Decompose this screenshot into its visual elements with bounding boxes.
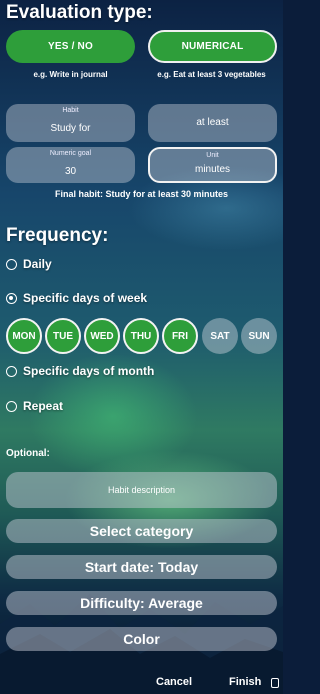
condition-select[interactable]: at least <box>148 104 277 142</box>
cancel-button[interactable]: Cancel <box>156 676 192 688</box>
numeric-goal-label: Numeric goal <box>49 150 92 157</box>
frequency-option-label: Specific days of week <box>23 291 148 305</box>
frequency-option-repeat[interactable]: Repeat <box>6 399 63 413</box>
numerical-button[interactable]: NUMERICAL <box>148 30 277 63</box>
day-wed[interactable]: WED <box>84 318 120 354</box>
radio-icon <box>6 258 17 270</box>
difficulty-button[interactable]: Difficulty: Average <box>6 591 277 615</box>
day-thu[interactable]: THU <box>123 318 159 354</box>
day-fri[interactable]: FRI <box>162 318 198 354</box>
habit-field-label: Habit <box>62 107 79 114</box>
radio-icon <box>6 365 17 377</box>
start-date-button[interactable]: Start date: Today <box>6 555 277 579</box>
frequency-option-label: Specific days of month <box>23 364 155 378</box>
yes-no-hint: e.g. Write in journal <box>33 70 108 79</box>
habit-description-input[interactable]: Habit description <box>6 472 277 508</box>
day-sun[interactable]: SUN <box>241 318 277 354</box>
frequency-option-label: Daily <box>23 257 52 271</box>
yes-no-button[interactable]: YES / NO <box>6 30 135 63</box>
select-category-button[interactable]: Select category <box>6 519 277 543</box>
frequency-title: Frequency: <box>6 225 109 246</box>
condition-value: at least <box>196 117 229 128</box>
final-habit-text: Final habit: Study for at least 30 minut… <box>54 189 229 199</box>
nav-square-icon <box>271 678 279 688</box>
numerical-hint: e.g. Eat at least 3 vegetables <box>157 70 266 79</box>
unit-value: minutes <box>194 164 230 175</box>
unit-field[interactable]: Unit minutes <box>148 147 277 183</box>
frequency-option-daily[interactable]: Daily <box>6 257 52 271</box>
color-button[interactable]: Color <box>6 627 277 651</box>
habit-field[interactable]: Habit Study for <box>6 104 135 142</box>
optional-title: Optional: <box>6 448 50 459</box>
evaluation-title: Evaluation type: <box>6 2 153 23</box>
frequency-option-label: Repeat <box>23 399 64 413</box>
numeric-goal-field[interactable]: Numeric goal 30 <box>6 147 135 183</box>
day-tue[interactable]: TUE <box>45 318 81 354</box>
radio-icon <box>6 400 17 412</box>
radio-selected-icon <box>6 292 17 304</box>
finish-button[interactable]: Finish <box>229 676 261 688</box>
habit-field-value: Study for <box>50 123 91 134</box>
unit-label: Unit <box>206 152 219 159</box>
day-mon[interactable]: MON <box>6 318 42 354</box>
day-sat[interactable]: SAT <box>202 318 238 354</box>
frequency-option-days-of-month[interactable]: Specific days of month <box>6 364 154 378</box>
numeric-goal-value: 30 <box>64 166 77 177</box>
frequency-option-days-of-week[interactable]: Specific days of week <box>6 291 147 305</box>
